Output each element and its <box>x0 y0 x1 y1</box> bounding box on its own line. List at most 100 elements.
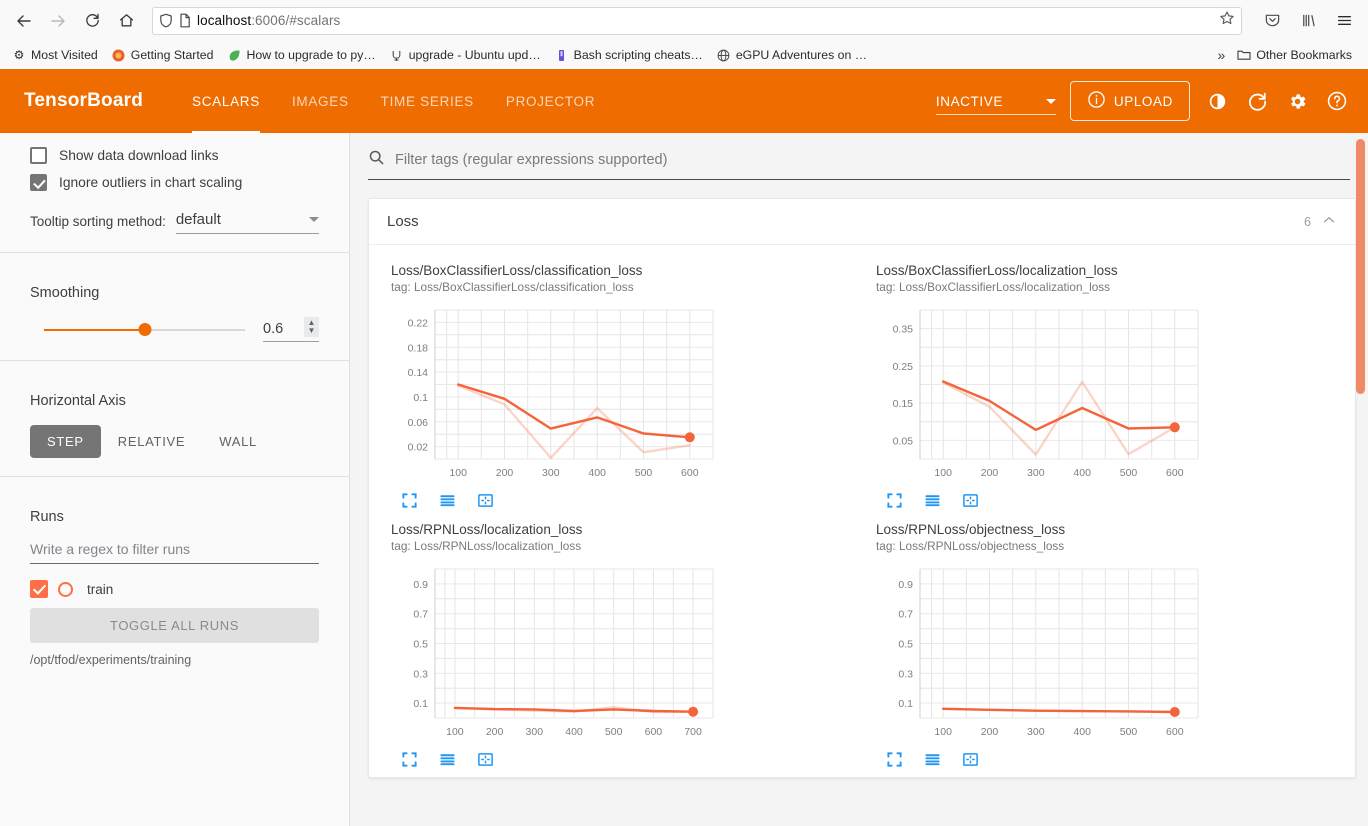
url-text[interactable]: localhost:6006/#scalars <box>197 13 1213 28</box>
svg-text:200: 200 <box>981 467 999 479</box>
data-series-icon[interactable] <box>439 492 457 510</box>
show-download-links-checkbox[interactable] <box>30 147 47 164</box>
svg-text:0.5: 0.5 <box>413 639 428 651</box>
bookmark-upgrade-ubuntu[interactable]: upgrade - Ubuntu upd… <box>384 45 547 65</box>
bookmark-how-to-upgrade[interactable]: How to upgrade to py… <box>221 45 381 65</box>
back-arrow-icon[interactable] <box>8 6 40 36</box>
refresh-icon[interactable] <box>1244 88 1270 114</box>
sidebar-options: Show data download links Ignore outliers… <box>0 133 349 234</box>
bookmark-star-icon[interactable] <box>1219 10 1235 31</box>
axis-option-label: WALL <box>219 434 257 449</box>
library-icon[interactable] <box>1292 6 1324 36</box>
bookmarks-bar: ⚙ Most Visited Getting Started How to up… <box>0 41 1368 69</box>
bookmark-egpu-adventures[interactable]: eGPU Adventures on … <box>711 45 873 65</box>
tab-time-series[interactable]: TIME SERIES <box>365 69 490 133</box>
loss-card-title: Loss <box>387 213 419 230</box>
svg-text:100: 100 <box>934 467 952 479</box>
data-series-icon[interactable] <box>924 492 942 510</box>
ignore-outliers-row[interactable]: Ignore outliers in chart scaling <box>30 174 319 191</box>
svg-text:300: 300 <box>1027 726 1045 738</box>
loss-card-header[interactable]: Loss 6 <box>369 199 1355 245</box>
chart-plot[interactable]: 0.1 0.3 0.5 0.7 0.9 100 200 300 400 500 600 <box>876 559 1333 749</box>
book-icon <box>555 48 569 62</box>
toggle-all-runs-button[interactable]: TOGGLE ALL RUNS <box>30 608 319 643</box>
bookmark-most-visited[interactable]: ⚙ Most Visited <box>6 45 104 65</box>
expand-chart-icon[interactable] <box>886 751 904 769</box>
tooltip-sorting-select[interactable]: default <box>175 211 319 234</box>
browser-nav-bar: localhost:6006/#scalars <box>0 0 1368 41</box>
axis-option-label: RELATIVE <box>117 434 186 449</box>
smoothing-slider-thumb[interactable] <box>138 322 151 336</box>
urlbar-security-icons <box>159 13 191 28</box>
chevron-double-right-icon[interactable]: » <box>1218 47 1226 63</box>
bookmark-getting-started[interactable]: Getting Started <box>106 45 220 65</box>
quantity-stepper[interactable]: ▲ ▼ <box>304 317 319 337</box>
help-icon[interactable] <box>1324 88 1350 114</box>
upload-button[interactable]: UPLOAD <box>1069 81 1190 121</box>
bookmark-label: How to upgrade to py… <box>246 48 376 62</box>
chart-title: Loss/RPNLoss/objectness_loss <box>876 522 1066 537</box>
tab-images[interactable]: IMAGES <box>276 69 365 133</box>
run-checkbox[interactable] <box>30 580 48 598</box>
svg-text:0.14: 0.14 <box>408 367 429 379</box>
browser-chrome: localhost:6006/#scalars ⚙ Most Visited G… <box>0 0 1368 69</box>
tooltip-sorting-label: Tooltip sorting method: <box>30 214 166 229</box>
bookmarks-bar-right: » Other Bookmarks <box>1218 45 1362 65</box>
tab-projector[interactable]: PROJECTOR <box>490 69 611 133</box>
stepper-down-icon: ▼ <box>307 326 316 335</box>
other-bookmarks-folder[interactable]: Other Bookmarks <box>1231 45 1358 65</box>
axis-option-step[interactable]: STEP <box>30 425 101 458</box>
main-scrollbar-thumb[interactable] <box>1356 139 1365 394</box>
fit-domain-icon[interactable] <box>962 751 980 769</box>
chart-tag: tag: Loss/RPNLoss/localization_loss <box>391 539 582 553</box>
fit-domain-icon[interactable] <box>962 492 980 510</box>
main-scrollbar[interactable] <box>1356 133 1365 826</box>
bookmark-bash-scripting[interactable]: Bash scripting cheats… <box>549 45 709 65</box>
svg-text:700: 700 <box>684 726 702 738</box>
fit-domain-icon[interactable] <box>477 492 495 510</box>
svg-text:0.35: 0.35 <box>893 324 914 336</box>
chevron-up-icon[interactable] <box>1321 212 1337 231</box>
forward-arrow-icon[interactable] <box>42 6 74 36</box>
data-series-icon[interactable] <box>924 751 942 769</box>
home-icon[interactable] <box>110 6 142 36</box>
url-bar[interactable]: localhost:6006/#scalars <box>152 6 1242 35</box>
chart-plot[interactable]: 0.1 0.3 0.5 0.7 0.9 100 200 300 400 500 600 700 <box>391 559 848 749</box>
reload-icon[interactable] <box>76 6 108 36</box>
fit-domain-icon[interactable] <box>477 751 495 769</box>
chart-plot[interactable]: 0.05 0.15 0.25 0.35 100 200 300 400 500 600 <box>876 300 1333 490</box>
page-icon <box>180 13 190 28</box>
svg-text:0.3: 0.3 <box>898 668 913 680</box>
data-series-icon[interactable] <box>439 751 457 769</box>
smoothing-input[interactable]: 0.6 ▲ ▼ <box>263 317 319 342</box>
last-point-marker <box>1169 707 1180 717</box>
ignore-outliers-checkbox[interactable] <box>30 174 47 191</box>
pocket-save-icon[interactable] <box>1256 6 1288 36</box>
run-item-train[interactable]: train <box>30 580 319 598</box>
tab-scalars[interactable]: SCALARS <box>176 69 276 133</box>
brightness-icon[interactable] <box>1204 88 1230 114</box>
svg-text:0.18: 0.18 <box>408 342 429 354</box>
gear-icon[interactable] <box>1284 88 1310 114</box>
bookmark-label: eGPU Adventures on … <box>735 48 868 62</box>
expand-chart-icon[interactable] <box>401 751 419 769</box>
axis-option-wall[interactable]: WALL <box>202 425 274 458</box>
chart-plot[interactable]: 0.02 0.06 0.1 0.14 0.18 0.22 100 200 300 400 500 60… <box>391 300 848 490</box>
run-status-select[interactable]: INACTIVE <box>935 94 1056 115</box>
smoothing-slider[interactable] <box>44 322 245 336</box>
filter-tags-field[interactable]: Filter tags (regular expressions support… <box>368 149 1350 180</box>
expand-chart-icon[interactable] <box>401 492 419 510</box>
expand-chart-icon[interactable] <box>886 492 904 510</box>
show-download-links-row[interactable]: Show data download links <box>30 147 319 164</box>
hamburger-menu-icon[interactable] <box>1328 6 1360 36</box>
chart-tag: tag: Loss/BoxClassifierLoss/classificati… <box>391 280 634 294</box>
axis-option-relative[interactable]: RELATIVE <box>101 425 203 458</box>
svg-text:0.22: 0.22 <box>408 317 429 329</box>
tensorboard-logo[interactable]: TensorBoard <box>24 90 176 112</box>
svg-text:0.3: 0.3 <box>413 668 428 680</box>
ignore-outliers-label: Ignore outliers in chart scaling <box>59 175 243 190</box>
loss-card-count: 6 <box>1304 214 1311 229</box>
svg-text:500: 500 <box>635 467 653 479</box>
chart-actions <box>391 492 848 510</box>
runs-filter-input[interactable]: Write a regex to filter runs <box>30 541 319 564</box>
